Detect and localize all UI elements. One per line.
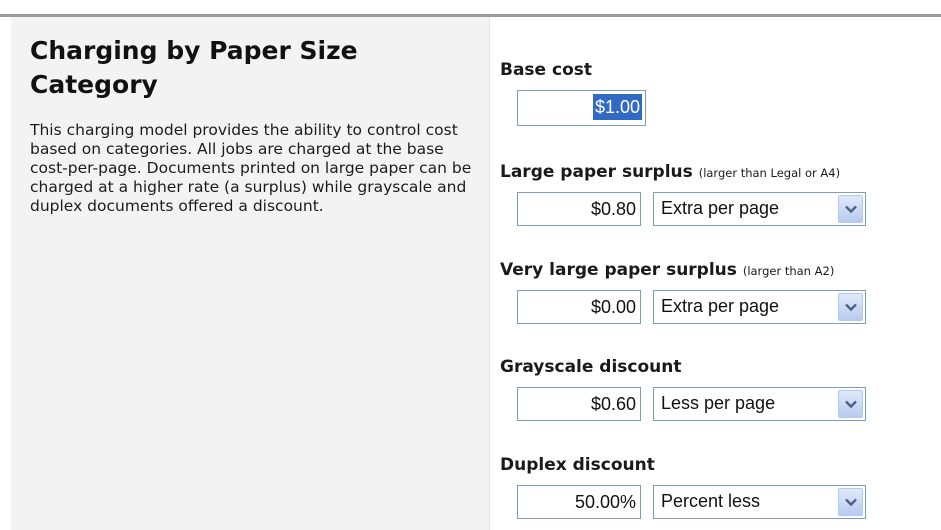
base-cost-label: Base cost — [500, 60, 592, 80]
grayscale-discount-label-text: Grayscale discount — [500, 357, 682, 377]
large-surplus-label: Large paper surplus (larger than Legal o… — [500, 162, 840, 182]
chevron-down-icon[interactable] — [838, 488, 863, 516]
section-title: Charging by Paper Size Category — [30, 36, 358, 99]
large-surplus-note: (larger than Legal or A4) — [698, 166, 841, 180]
large-surplus-label-text: Large paper surplus — [500, 162, 693, 182]
chevron-down-icon[interactable] — [838, 390, 863, 418]
duplex-discount-mode-select[interactable]: Percent less — [653, 485, 866, 519]
very-large-surplus-mode-select[interactable]: Extra per page — [653, 290, 866, 324]
large-surplus-mode-select[interactable]: Extra per page — [653, 192, 866, 226]
base-cost-label-text: Base cost — [500, 60, 592, 80]
duplex-discount-label-text: Duplex discount — [500, 455, 655, 475]
chevron-down-icon[interactable] — [838, 293, 863, 321]
duplex-discount-mode-value: Percent less — [661, 491, 761, 511]
base-cost-value: $1.00 — [592, 94, 642, 120]
grayscale-discount-mode-select[interactable]: Less per page — [653, 387, 866, 421]
grayscale-discount-amount-input[interactable] — [517, 387, 641, 421]
duplex-discount-amount-input[interactable] — [517, 485, 641, 519]
very-large-surplus-mode-value: Extra per page — [661, 296, 780, 316]
section-description: This charging model provides the ability… — [30, 121, 472, 215]
very-large-surplus-note: (larger than A2) — [742, 264, 835, 278]
very-large-surplus-label: Very large paper surplus (larger than A2… — [500, 260, 834, 280]
grayscale-discount-mode-value: Less per page — [661, 393, 776, 413]
panel-divider — [489, 17, 490, 530]
base-cost-input[interactable]: $1.00 — [517, 90, 646, 126]
very-large-surplus-label-text: Very large paper surplus — [500, 260, 737, 280]
grayscale-discount-label: Grayscale discount — [500, 357, 682, 377]
large-surplus-amount-input[interactable] — [517, 192, 641, 226]
large-surplus-mode-value: Extra per page — [661, 198, 780, 218]
duplex-discount-label: Duplex discount — [500, 455, 655, 475]
chevron-down-icon[interactable] — [838, 195, 863, 223]
very-large-surplus-amount-input[interactable] — [517, 290, 641, 324]
